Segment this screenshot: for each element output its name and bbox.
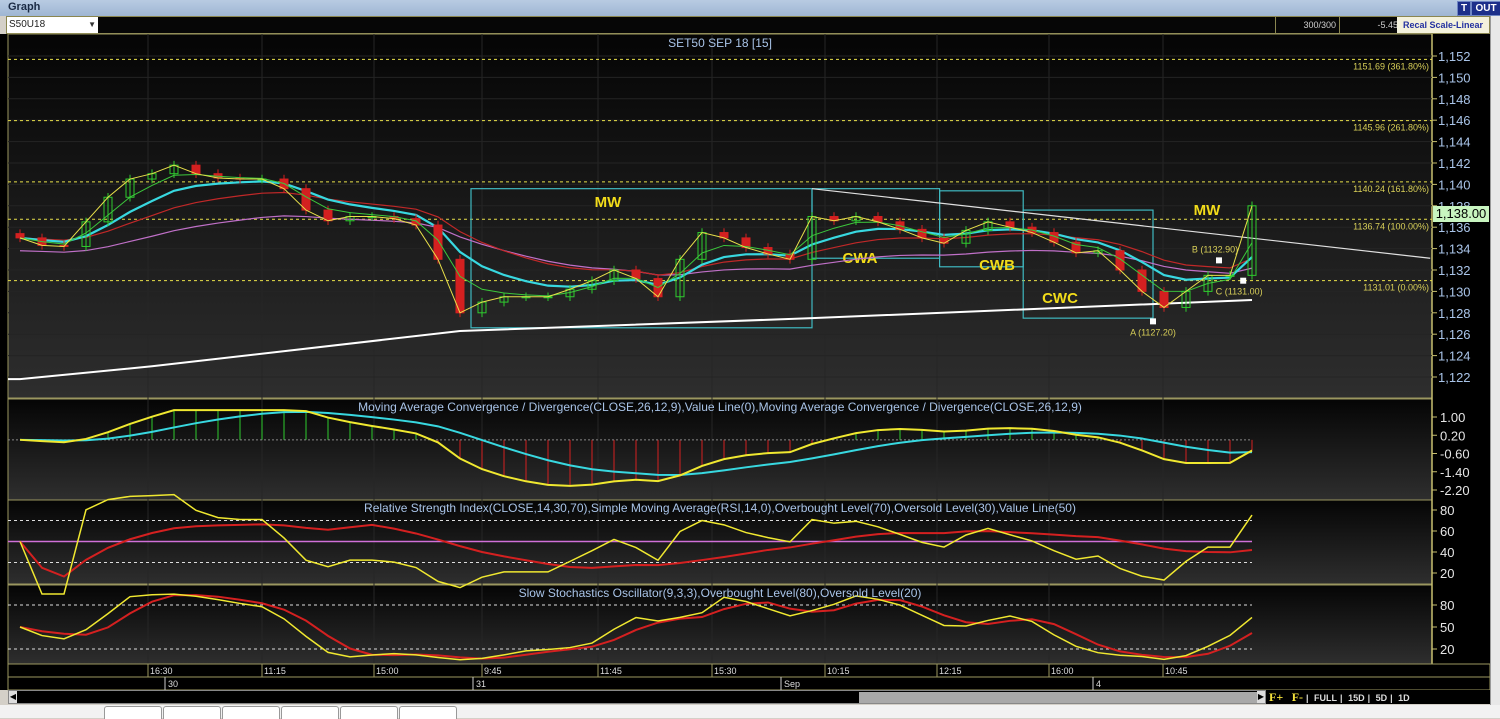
date-tick-label: 4	[1096, 679, 1101, 689]
chart-title: SET50 SEP 18 [15]	[668, 36, 772, 50]
scroll-thumb[interactable]	[859, 692, 1265, 703]
indicator-tick-label: 0.20	[1440, 428, 1465, 443]
indicator-title: Slow Stochastics Oscillator(9,3,3),Overb…	[519, 586, 922, 600]
last-price-label: 1,138.00	[1433, 206, 1489, 222]
price-tick-label: 1,140	[1438, 177, 1471, 192]
scroll-right-icon[interactable]: ▶	[1257, 691, 1265, 703]
bottom-tab[interactable]	[104, 706, 162, 719]
right-side-panel	[1490, 16, 1500, 706]
abc-point-marker	[1240, 277, 1247, 284]
date-tick-label: Sep	[784, 679, 800, 689]
time-tick-label: 15:30	[714, 666, 737, 676]
zoom-bar: F+ F- | FULL | 15D | 5D | 1D	[1266, 690, 1490, 704]
indicator-tick-label: -2.20	[1440, 483, 1470, 498]
bottom-tab[interactable]	[281, 706, 339, 719]
candle	[433, 220, 443, 264]
time-tick-label: 11:15	[264, 666, 286, 676]
bottom-tab[interactable]	[163, 706, 221, 719]
time-scrollbar[interactable]: ◀ ▶	[8, 690, 1266, 704]
time-tick-label: 16:30	[150, 666, 173, 676]
time-tick-label: 10:15	[827, 666, 850, 676]
time-tick-label: 15:00	[376, 666, 399, 676]
date-tick-label: 30	[168, 679, 178, 689]
price-tick-label: 1,152	[1438, 49, 1471, 64]
indicator-tick-label: 20	[1440, 566, 1454, 581]
indicator-tick-label: 80	[1440, 598, 1454, 613]
indicator-tick-label: 1.00	[1440, 410, 1465, 425]
indicator-tick-label: -0.60	[1440, 447, 1470, 462]
indicator-tick-label: -1.40	[1440, 465, 1470, 480]
price-tick-label: 1,126	[1438, 327, 1471, 342]
pattern-label: CWB	[979, 257, 1015, 274]
fib-level-label: 1145.96 (261.80%)	[1353, 123, 1429, 133]
time-axis	[7, 663, 1491, 678]
time-tick-label: 9:45	[484, 666, 502, 676]
indicator-tick-label: 40	[1440, 545, 1454, 560]
indicator-title: Moving Average Convergence / Divergence(…	[358, 400, 1082, 414]
indicator-tick-label: 50	[1440, 620, 1454, 635]
zoom-out-button[interactable]: F-	[1292, 690, 1303, 704]
fib-level-label: 1131.01 (0.00%)	[1363, 283, 1429, 293]
price-tick-label: 1,122	[1438, 370, 1471, 385]
price-tick-label: 1,136	[1438, 220, 1471, 235]
fib-level-label: 1151.69 (361.80%)	[1353, 61, 1429, 71]
abc-point-label: B (1132.90)	[1192, 244, 1238, 254]
fib-level-label: 1140.24 (161.80%)	[1353, 184, 1429, 194]
pattern-label: MW	[595, 194, 622, 211]
price-tick-label: 1,128	[1438, 306, 1471, 321]
range-1d-button[interactable]: 1D	[1398, 693, 1410, 703]
fib-level-label: 1136.74 (100.00%)	[1353, 221, 1429, 231]
pattern-label: CWC	[1042, 290, 1078, 307]
chart-area[interactable]: 1,152 1,150 1,148 1,146 1,144 1,142 1,140 1,138…	[0, 0, 1500, 718]
bottom-tab[interactable]	[399, 706, 457, 719]
price-tick-label: 1,148	[1438, 92, 1471, 107]
pattern-label: MW	[1194, 202, 1221, 219]
zoom-in-button[interactable]: F+	[1269, 690, 1283, 704]
bottom-tab-strip	[0, 705, 1500, 719]
abc-point-marker	[1216, 257, 1222, 264]
time-tick-label: 16:00	[1051, 666, 1074, 676]
price-tick-label: 1,124	[1438, 349, 1471, 364]
time-tick-label: 11:45	[600, 666, 622, 676]
price-tick-label: 1,130	[1438, 284, 1471, 299]
time-tick-label: 12:15	[939, 666, 962, 676]
range-5d-button[interactable]: 5D	[1376, 693, 1388, 703]
abc-point-marker	[1150, 318, 1156, 325]
price-tick-label: 1,134	[1438, 242, 1471, 257]
bottom-tab[interactable]	[340, 706, 398, 719]
date-axis	[7, 676, 1491, 691]
time-tick-label: 10:45	[1165, 666, 1188, 676]
indicator-title: Relative Strength Index(CLOSE,14,30,70),…	[364, 501, 1076, 515]
price-tick-label: 1,144	[1438, 135, 1471, 150]
indicator-tick-label: 80	[1440, 503, 1454, 518]
indicator-tick-label: 20	[1440, 642, 1454, 657]
bottom-tab[interactable]	[222, 706, 280, 719]
abc-point-label: A (1127.20)	[1130, 327, 1176, 337]
panel-macd	[7, 398, 1433, 501]
range-full-button[interactable]: FULL	[1314, 693, 1337, 703]
indicator-tick-label: 60	[1440, 524, 1454, 539]
date-tick-label: 31	[476, 679, 486, 689]
scroll-left-icon[interactable]: ◀	[9, 691, 17, 703]
abc-point-label: C (1131.00)	[1216, 287, 1263, 297]
candle-body	[15, 233, 25, 239]
price-tick-label: 1,132	[1438, 263, 1471, 278]
price-tick-label: 1,142	[1438, 156, 1471, 171]
price-tick-label: 1,146	[1438, 113, 1471, 128]
range-15d-button[interactable]: 15D	[1348, 693, 1365, 703]
price-tick-label: 1,150	[1438, 70, 1471, 85]
candle	[455, 255, 465, 318]
